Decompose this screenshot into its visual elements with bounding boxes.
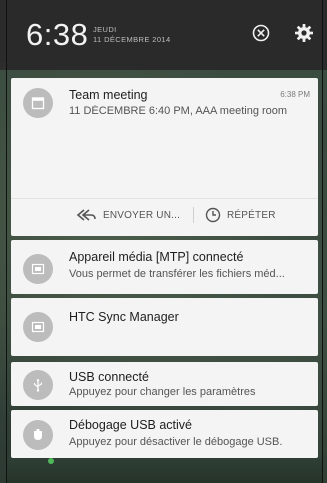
notification-usb[interactable]: USB connecté Appuyez pour changer les pa… <box>11 362 318 406</box>
usb-icon <box>33 379 43 392</box>
day-label: JEUDI <box>93 25 117 34</box>
media-device-icon <box>31 263 45 275</box>
notification-mtp[interactable]: Appareil média [MTP] connecté Vous perme… <box>11 240 318 294</box>
gear-icon <box>295 24 313 42</box>
notification-actions: ENVOYER UN... RÉPÉTER <box>11 198 318 228</box>
notification-title: HTC Sync Manager <box>69 310 179 324</box>
notification-title: Appareil média [MTP] connecté <box>69 250 244 264</box>
sync-manager-icon <box>31 321 45 333</box>
notification-time: 6:38 PM <box>280 90 310 99</box>
indicator-dot <box>48 458 54 464</box>
reply-all-icon <box>76 209 96 221</box>
notification-title: Débogage USB activé <box>69 418 192 432</box>
clear-all-button[interactable] <box>250 22 272 44</box>
notification-text: Vous permet de transférer les fichiers m… <box>69 268 285 280</box>
snooze-action[interactable]: RÉPÉTER <box>205 204 276 226</box>
notification-team-meeting[interactable]: Team meeting 11 DÉCEMBRE 6:40 PM, AAA me… <box>11 78 318 236</box>
debug-bug-icon <box>34 429 42 440</box>
notification-avatar <box>23 370 53 400</box>
calendar-icon <box>31 97 45 110</box>
send-message-action[interactable]: ENVOYER UN... <box>75 204 180 226</box>
date-block: JEUDI 11 DÉCEMBRE 2014 <box>93 25 171 45</box>
clock-icon <box>205 207 221 223</box>
clear-all-icon <box>252 24 270 42</box>
date-label: 11 DÉCEMBRE 2014 <box>93 35 171 44</box>
notification-usb-debug[interactable]: Débogage USB activé Appuyez pour désacti… <box>11 410 318 458</box>
notification-avatar <box>23 420 53 450</box>
clock-time: 6:38 <box>26 17 89 52</box>
notification-text: 11 DÉCEMBRE 6:40 PM, AAA meeting room <box>69 105 288 117</box>
send-message-label: ENVOYER UN... <box>103 209 181 221</box>
notification-htc-sync[interactable]: HTC Sync Manager <box>11 298 318 356</box>
notification-header: 6:38 JEUDI 11 DÉCEMBRE 2014 <box>7 0 322 70</box>
settings-button[interactable] <box>293 22 315 44</box>
notification-text: Appuyez pour changer les paramètres <box>69 386 256 398</box>
home-screen-peek <box>7 458 322 483</box>
notification-text: Appuyez pour désactiver le débogage USB. <box>69 436 283 448</box>
snooze-label: RÉPÉTER <box>227 209 276 221</box>
notification-title: Team meeting <box>69 88 148 102</box>
notification-title: USB connecté <box>69 370 149 384</box>
notification-avatar <box>23 88 53 118</box>
notification-avatar <box>23 312 53 342</box>
notification-avatar <box>23 254 53 284</box>
action-divider <box>193 207 194 223</box>
